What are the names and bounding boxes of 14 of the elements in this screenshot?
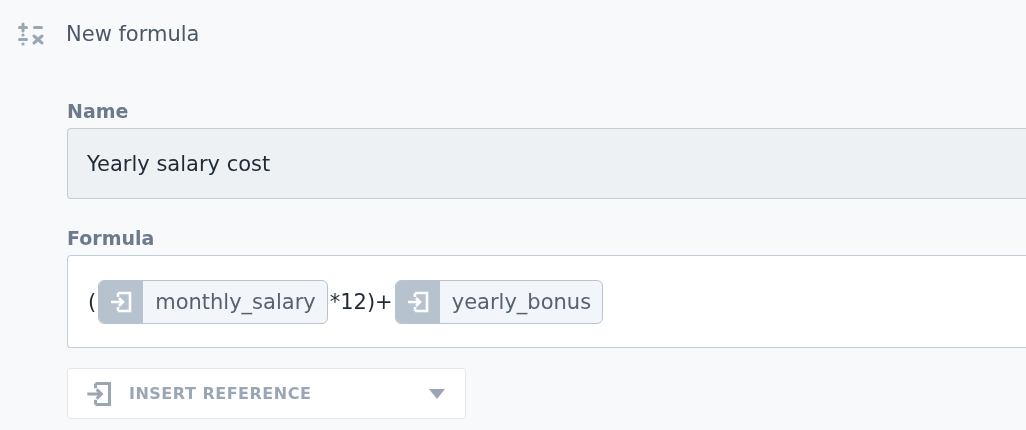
formula-input-field[interactable]: ( monthly_salary *12)+ yearly_bonus bbox=[67, 255, 1026, 348]
panel-title: New formula bbox=[66, 22, 200, 46]
formula-operator: *12)+ bbox=[329, 289, 393, 314]
formula-operator: ( bbox=[88, 289, 97, 314]
insert-icon bbox=[85, 379, 113, 408]
reference-chip[interactable]: monthly_salary bbox=[98, 279, 328, 324]
dropdown-caret-icon bbox=[429, 388, 445, 399]
insert-icon bbox=[405, 289, 430, 314]
name-input-field[interactable]: Yearly salary cost bbox=[67, 128, 1026, 199]
reference-chip[interactable]: yearly_bonus bbox=[394, 279, 604, 324]
insert-icon bbox=[109, 289, 134, 314]
field-label: Formula bbox=[67, 227, 156, 249]
math-operators-icon bbox=[16, 21, 46, 47]
field-label: Name bbox=[67, 100, 130, 122]
